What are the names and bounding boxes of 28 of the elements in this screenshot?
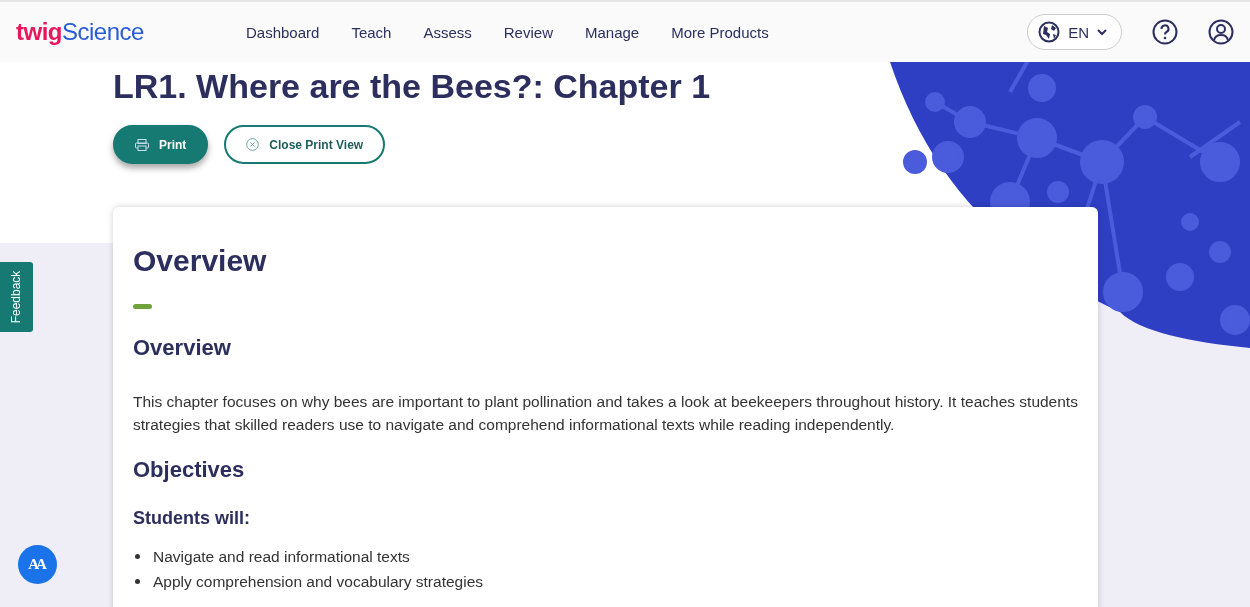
globe-icon	[1038, 21, 1061, 43]
close-print-view-button[interactable]: Close Print View	[224, 125, 386, 164]
list-item: Navigate and read informational texts	[153, 547, 410, 567]
nav-link[interactable]: Dashboard	[230, 23, 336, 41]
print-button[interactable]: Print	[113, 125, 209, 164]
nav-link[interactable]: Teach	[335, 23, 408, 41]
feedback-tab[interactable]: Feedback	[0, 262, 33, 332]
printer-icon	[135, 138, 149, 151]
nav-link[interactable]: Review	[487, 23, 569, 41]
subheading: Students will:	[133, 507, 250, 530]
card-heading: Overview	[133, 243, 267, 279]
nav-link[interactable]: Assess	[407, 23, 488, 41]
logo[interactable]: twigScience	[16, 18, 216, 46]
section-heading: Objectives	[133, 456, 245, 484]
list-item: Apply comprehension and vocabulary strategies	[153, 572, 483, 592]
chevron-down-icon	[1097, 28, 1107, 36]
section-heading: Overview	[133, 334, 231, 362]
bullet-icon	[135, 579, 140, 584]
page-title: LR1. Where are the Bees?: Chapter 1	[113, 66, 711, 107]
nav-link[interactable]: Manage	[568, 23, 656, 41]
bullet-icon	[135, 554, 140, 559]
language-selector[interactable]: EN	[1027, 14, 1122, 50]
user-icon[interactable]	[1208, 19, 1234, 45]
accent-bar	[133, 304, 152, 309]
close-circle-icon	[246, 138, 260, 151]
overview-paragraph: This chapter focuses on why bees are important to plant pollination and takes a look at beekeepers throughout history. It teaches students strategies that skilled readers use to navigate and comprehend informational texts while reading independently.	[133, 392, 1078, 435]
nav-link[interactable]: More Products	[655, 23, 785, 41]
help-icon[interactable]	[1152, 19, 1178, 45]
